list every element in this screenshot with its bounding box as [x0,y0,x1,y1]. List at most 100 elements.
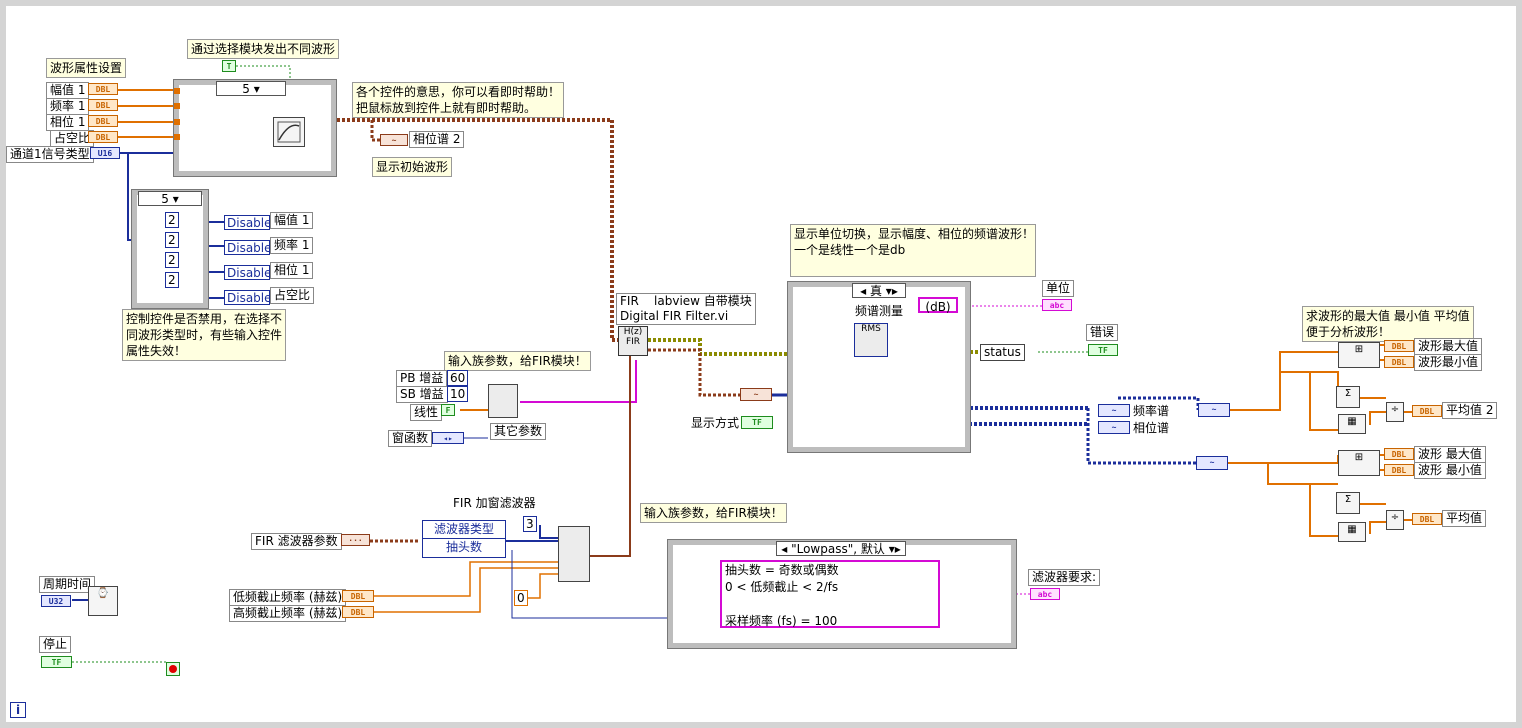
note-select-module: 通过选择模块发出不同波形 [187,39,340,59]
label-avg2: 平均值 2 [1442,402,1498,419]
label-linear: 线性 [410,404,443,421]
waveform-indicator-node[interactable]: ~ [740,388,772,401]
note-spectrum-help: 显示单位切换，显示幅度、相位的频谱波形！ 一个是线性一个是db [790,224,1036,277]
error-terminal[interactable]: TF [1088,344,1118,356]
label-dis-amp: 幅值 1 [270,212,314,229]
amp-terminal[interactable]: DBL [88,83,118,95]
disable-node-freq[interactable]: Disabled [224,240,270,255]
const-0[interactable]: 0 [514,590,528,606]
wait-timer-icon[interactable]: ⌚ [88,586,118,616]
label-sb-gain: SB 增益 [396,386,448,403]
label-unit: 单位 [1042,280,1075,297]
wave-min-terminal[interactable]: DBL [1384,356,1414,368]
sum-icon-2[interactable]: Σ [1336,492,1360,514]
label-display-mode: 显示方式 [688,416,743,431]
window-enum-terminal[interactable]: ◂▸ [432,432,464,444]
array-max-min-icon-2[interactable]: ⊞ [1338,450,1380,476]
label-window: 窗函数 [388,430,433,447]
note-fir-module: FIR labview 自带模块 Digital FIR Filter.vi [616,293,756,325]
case-selector-spectrum[interactable]: ◂ 真 ▾▸ [852,283,906,298]
spectrum-measure-icon[interactable]: RMS [854,323,888,357]
loop-condition-icon[interactable] [166,662,180,676]
const-2-b[interactable]: 2 [165,232,179,248]
high-cutoff-terminal[interactable]: DBL [342,606,374,618]
case-structure-disable[interactable] [131,189,209,309]
label-dis-duty: 占空比 [270,287,315,304]
filter-requirements-text[interactable]: 抽头数 = 奇数或偶数 0 < 低频截止 < 2/fs 采样频率 (fs) = … [720,560,940,628]
avg2-terminal[interactable]: DBL [1412,405,1442,417]
freq-terminal[interactable]: DBL [88,99,118,111]
bundle-params[interactable] [488,384,518,418]
case-selector-waveform[interactable]: 5 ▾ [216,81,286,96]
db-string-constant[interactable]: (dB) [918,297,958,314]
label-high-cutoff: 高频截止频率 (赫兹) [229,605,347,622]
mag-spectrum-terminal[interactable]: ~ [1098,404,1130,417]
label-filter-type: 滤波器类型 [423,521,505,539]
wave-max-terminal[interactable]: DBL [1384,340,1414,352]
display-mode-terminal[interactable]: TF [741,416,773,429]
disable-node-phase[interactable]: Disabled [224,265,270,280]
note-input-params-2: 输入族参数，给FIR模块！ [640,503,787,523]
info-icon[interactable]: i [10,702,26,718]
fir-cluster[interactable]: 滤波器类型 抽头数 [422,520,506,558]
const-2-d[interactable]: 2 [165,272,179,288]
low-cutoff-terminal[interactable]: DBL [342,590,374,602]
label-wave-min: 波形最小值 [1414,354,1483,371]
filter-req-terminal[interactable]: abc [1030,588,1060,600]
label-stop: 停止 [39,636,72,653]
sum-icon-1[interactable]: Σ [1336,386,1360,408]
array-size-icon-2[interactable]: ▦ [1338,522,1366,542]
label-fir-filter-params: FIR 滤波器参数 [251,533,342,550]
sb-gain-value[interactable]: 10 [447,386,469,402]
disable-node-amp[interactable]: Disabled [224,215,270,230]
stop-terminal[interactable]: TF [41,656,72,668]
phase-terminal[interactable]: DBL [88,115,118,127]
divide-icon-1[interactable]: ÷ [1386,402,1404,422]
waveform-generator-icon[interactable] [273,117,305,147]
label-taps: 抽头数 [445,540,482,554]
phase-spec2-terminal[interactable]: ~ [380,134,408,146]
label-wave-min2: 波形 最小值 [1414,462,1486,479]
duty-terminal[interactable]: DBL [88,131,118,143]
const-3[interactable]: 3 [523,516,537,532]
ch1-type-terminal[interactable]: U16 [90,147,120,159]
unbundle-status[interactable]: status [980,344,1025,361]
bundle-fir[interactable] [558,526,590,582]
note-wave-props: 波形属性设置 [46,58,127,78]
label-dis-freq: 频率 1 [270,237,314,254]
label-wave-max: 波形最大值 [1414,338,1483,355]
label-dis-phase: 相位 1 [270,262,314,279]
label-freq: 频率 1 [46,98,90,115]
true-constant[interactable]: T [222,60,236,72]
unit-terminal[interactable]: abc [1042,299,1072,311]
spectrum-to-dbl-a[interactable]: ~ [1198,403,1230,417]
divide-icon-2[interactable]: ÷ [1386,510,1404,530]
fir-params-terminal[interactable]: ··· [341,534,370,546]
array-size-icon-1[interactable]: ▦ [1338,414,1366,434]
pb-gain-value[interactable]: 60 [447,370,469,386]
label-period: 周期时间 [39,576,96,593]
disable-node-duty[interactable]: Disabled [224,290,270,305]
label-spectrum-measure: 频谱测量 [852,304,907,319]
label-ch1-type: 通道1信号类型 [6,146,94,163]
fir-filter-vi-icon[interactable]: H(z) FIR [618,326,648,356]
note-controls-help: 各个控件的意思，你可以看即时帮助！ 把鼠标放到控件上就有即时帮助。 [352,82,565,118]
label-other-params: 其它参数 [490,423,547,440]
avg-terminal[interactable]: DBL [1412,513,1442,525]
const-2-a[interactable]: 2 [165,212,179,228]
spectrum-to-dbl-b[interactable]: ~ [1196,456,1228,470]
label-avg: 平均值 [1442,510,1487,527]
array-max-min-icon-1[interactable]: ⊞ [1338,342,1380,368]
linear-constant[interactable]: F [441,404,455,416]
const-2-c[interactable]: 2 [165,252,179,268]
label-pb-gain: PB 增益 [396,370,448,387]
period-terminal[interactable]: U32 [41,595,71,607]
case-selector-disable[interactable]: 5 ▾ [138,191,202,206]
note-show-initial: 显示初始波形 [372,157,453,177]
label-phase-spec2: 相位谱 2 [409,131,465,148]
note-input-params: 输入族参数，给FIR模块！ [444,351,591,371]
phase-spectrum-terminal[interactable]: ~ [1098,421,1130,434]
wave-min2-terminal[interactable]: DBL [1384,464,1414,476]
wave-max2-terminal[interactable]: DBL [1384,448,1414,460]
case-selector-lowpass[interactable]: ◂ "Lowpass", 默认 ▾▸ [776,541,906,556]
